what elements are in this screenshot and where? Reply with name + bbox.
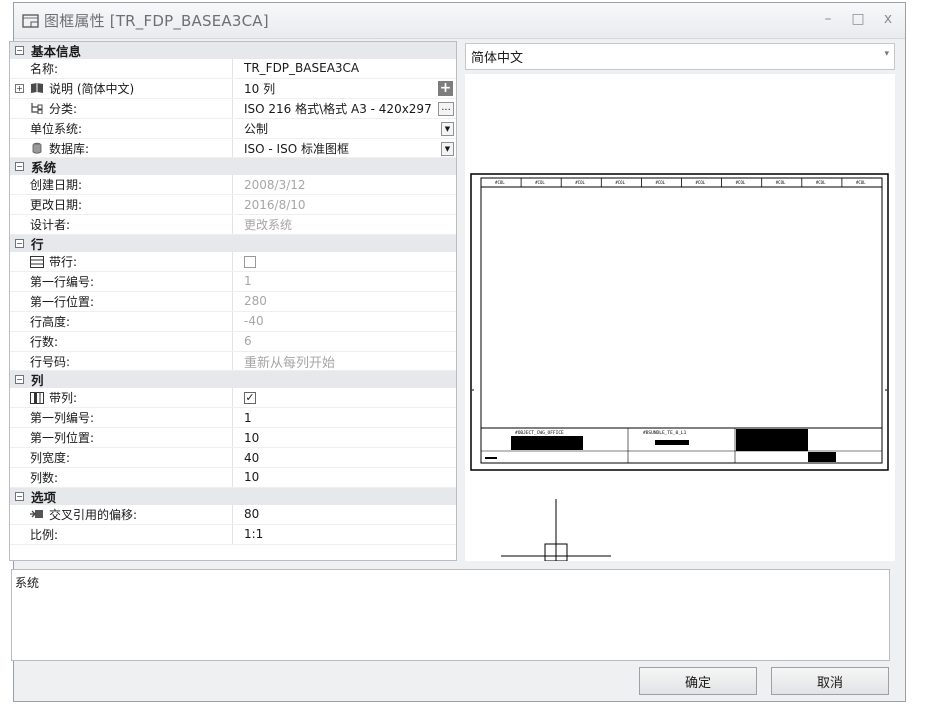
property-row-column-width[interactable]: 列宽度: 40 — [10, 448, 456, 469]
dropdown-arrow-icon[interactable]: ▾ — [884, 49, 889, 59]
property-row-column-count[interactable]: 列数: 10 — [10, 468, 456, 488]
category-system[interactable]: − 系统 — [10, 158, 456, 176]
column-header-label: #COL — [535, 180, 545, 185]
classification-value[interactable]: ISO 216 格式\格式 A3 - 420x297 — [244, 100, 432, 117]
property-row-modified[interactable]: 更改日期: 2016/8/10 — [10, 195, 456, 216]
with-columns-checkbox[interactable]: ✓ — [244, 391, 256, 404]
with-rows-checkbox[interactable] — [244, 255, 256, 268]
column-header-label: #COL — [495, 180, 505, 185]
column-header-label: #COL — [696, 180, 706, 185]
collapse-icon[interactable]: − — [15, 46, 24, 55]
property-grid: − 基本信息 名称: TR_FDP_BASEA3CA + 说明 (简体中文) 1… — [9, 41, 457, 561]
dropdown-arrow-icon[interactable]: ▼ — [441, 121, 454, 136]
property-row-first-row-number[interactable]: 第一行编号: 1 — [10, 272, 456, 292]
column-header-label: #COL — [776, 180, 786, 185]
property-row-first-row-position[interactable]: 第一行位置: 280 — [10, 291, 456, 312]
property-row-classification[interactable]: 分类: ISO 216 格式\格式 A3 - 420x297 ... — [10, 98, 456, 119]
book-icon — [31, 83, 43, 94]
column-header-label: #COL — [615, 180, 625, 185]
category-options[interactable]: − 选项 — [10, 487, 456, 505]
property-row-first-column-position[interactable]: 第一列位置: 10 — [10, 428, 456, 449]
minimize-button[interactable]: – — [821, 11, 835, 27]
drawing-frame-icon — [22, 13, 39, 28]
designer-value: 更改系统 — [244, 218, 293, 233]
frame-preview-drawing: #COL #COL #COL #COL #COL #COL #COL #COL #COL #COL… — [470, 173, 889, 562]
created-date-value: 2008/3/12 — [244, 177, 306, 192]
property-row-designer[interactable]: 设计者: 更改系统 — [10, 215, 456, 236]
expand-icon[interactable]: + — [15, 83, 24, 93]
maximize-button[interactable]: □ — [851, 11, 865, 27]
property-row-first-column-number[interactable]: 第一列编号: 1 — [10, 408, 456, 429]
category-basic-info[interactable]: − 基本信息 — [10, 42, 456, 59]
collapse-icon[interactable]: − — [15, 162, 24, 172]
unit-system-value[interactable]: 公制 — [244, 120, 268, 137]
column-header-label: #COL — [856, 180, 866, 185]
add-description-button[interactable]: + — [438, 80, 453, 96]
cancel-button[interactable]: 取消 — [771, 667, 889, 695]
dropdown-arrow-icon[interactable]: ▼ — [441, 141, 454, 156]
category-columns[interactable]: − 列 — [10, 371, 456, 389]
property-row-row-height[interactable]: 行高度: -40 — [10, 311, 456, 332]
modified-date-value: 2016/8/10 — [244, 197, 306, 212]
collapse-icon[interactable]: − — [15, 491, 24, 501]
property-row-created[interactable]: 创建日期: 2008/3/12 — [10, 175, 456, 196]
language-select[interactable]: 简体中文 ▾ — [465, 43, 895, 70]
title-bar: 图框属性 [TR_FDP_BASEA3CA] – □ x — [14, 3, 905, 39]
browse-button[interactable]: ... — [438, 101, 454, 116]
category-rows[interactable]: − 行 — [10, 235, 456, 253]
description-value[interactable]: 10 列 — [244, 80, 275, 97]
description-box: 系统 — [11, 569, 890, 661]
window-title: 图框属性 [TR_FDP_BASEA3CA] — [44, 12, 269, 30]
frame-preview: #COL #COL #COL #COL #COL #COL #COL #COL #COL #COL… — [465, 74, 895, 562]
property-row-with-columns[interactable]: 带列: ✓ — [10, 388, 456, 409]
column-header-label: #COL — [655, 180, 665, 185]
database-icon — [32, 142, 42, 154]
property-row-with-rows[interactable]: 带行: — [10, 252, 456, 273]
property-row-description[interactable]: + 说明 (简体中文) 10 列 + — [10, 78, 456, 99]
property-row-database[interactable]: 数据库: ISO - ISO 标准图框 ▼ — [10, 138, 456, 159]
title-block-text: #OBJECT_CWG_OFFICE — [515, 430, 564, 436]
name-value[interactable]: TR_FDP_BASEA3CA — [233, 59, 456, 78]
column-header-label: #COL — [816, 180, 826, 185]
property-row-xref-offset[interactable]: 交叉引用的偏移: 80 — [10, 504, 456, 525]
columns-icon — [30, 391, 44, 404]
property-row-row-code[interactable]: 行号码: 重新从每列开始 — [10, 351, 456, 372]
property-row-scale[interactable]: 比例: 1:1 — [10, 524, 456, 545]
property-row-name[interactable]: 名称: TR_FDP_BASEA3CA — [10, 59, 456, 79]
property-row-unit-system[interactable]: 单位系统: 公制 ▼ — [10, 118, 456, 139]
ok-button[interactable]: 确定 — [639, 667, 757, 695]
cross-reference-icon — [30, 510, 43, 519]
column-header-label: #COL — [736, 180, 746, 185]
database-value[interactable]: ISO - ISO 标准图框 — [244, 140, 349, 157]
close-button[interactable]: x — [881, 11, 895, 27]
property-row-row-count[interactable]: 行数: 6 — [10, 331, 456, 352]
column-header-label: #COL — [575, 180, 585, 185]
collapse-icon[interactable]: − — [15, 239, 24, 249]
title-block-text: #BSUNDLE_TE_0_L1 — [643, 430, 687, 436]
rows-icon — [30, 255, 44, 268]
collapse-icon[interactable]: − — [15, 375, 24, 385]
tree-icon — [31, 103, 43, 115]
